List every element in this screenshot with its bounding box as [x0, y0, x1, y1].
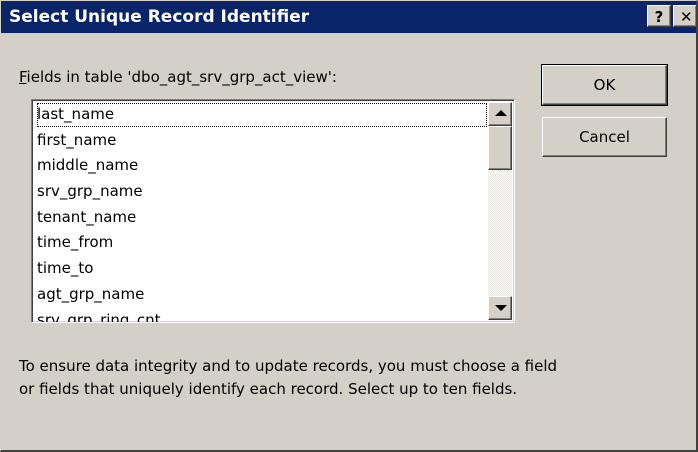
list-item-time-to[interactable]: time_to	[36, 256, 488, 282]
arrow-down-icon	[495, 305, 507, 311]
ok-button[interactable]: OK	[541, 64, 668, 106]
info-text: To ensure data integrity and to update r…	[19, 357, 558, 398]
list-item-time-from[interactable]: time_from	[36, 230, 488, 256]
arrow-up-icon	[495, 110, 507, 116]
list-item-tenant-name[interactable]: tenant_name	[36, 205, 488, 231]
fields-listbox[interactable]: last_name first_name middle_name srv_grp…	[31, 99, 515, 323]
select-unique-record-identifier-dialog: Select Unique Record Identifier ? ✕ Fiel…	[0, 0, 698, 452]
list-item-srv-grp-name[interactable]: srv_grp_name	[36, 179, 488, 205]
close-button[interactable]: ✕	[673, 5, 696, 27]
fields-in-table-label: Fields in table 'dbo_agt_srv_grp_act_vie…	[19, 67, 337, 87]
list-item-last-name[interactable]: last_name	[36, 102, 488, 128]
help-icon: ?	[654, 8, 664, 26]
list-item-first-name[interactable]: first_name	[36, 128, 488, 154]
vertical-scrollbar[interactable]	[488, 102, 512, 320]
cancel-button[interactable]: Cancel	[542, 117, 667, 157]
title-bar[interactable]: Select Unique Record Identifier ? ✕	[1, 1, 696, 33]
help-button[interactable]: ?	[647, 5, 671, 27]
close-icon: ✕	[680, 8, 693, 26]
list-item-srv-grp-ring-cnt[interactable]: srv_grp_ring_cnt	[36, 308, 488, 323]
window-title: Select Unique Record Identifier	[9, 7, 310, 27]
fields-label-text: ields in table 'dbo_agt_srv_grp_act_view…	[26, 68, 337, 86]
fields-list: last_name first_name middle_name srv_grp…	[36, 102, 488, 323]
fields-label-mnemonic: F	[19, 68, 27, 86]
scroll-up-button[interactable]	[488, 102, 512, 126]
list-item-middle-name[interactable]: middle_name	[36, 153, 488, 179]
scroll-down-button[interactable]	[488, 296, 512, 320]
list-item-agt-grp-name[interactable]: agt_grp_name	[36, 282, 488, 308]
scrollbar-thumb[interactable]	[488, 126, 512, 170]
